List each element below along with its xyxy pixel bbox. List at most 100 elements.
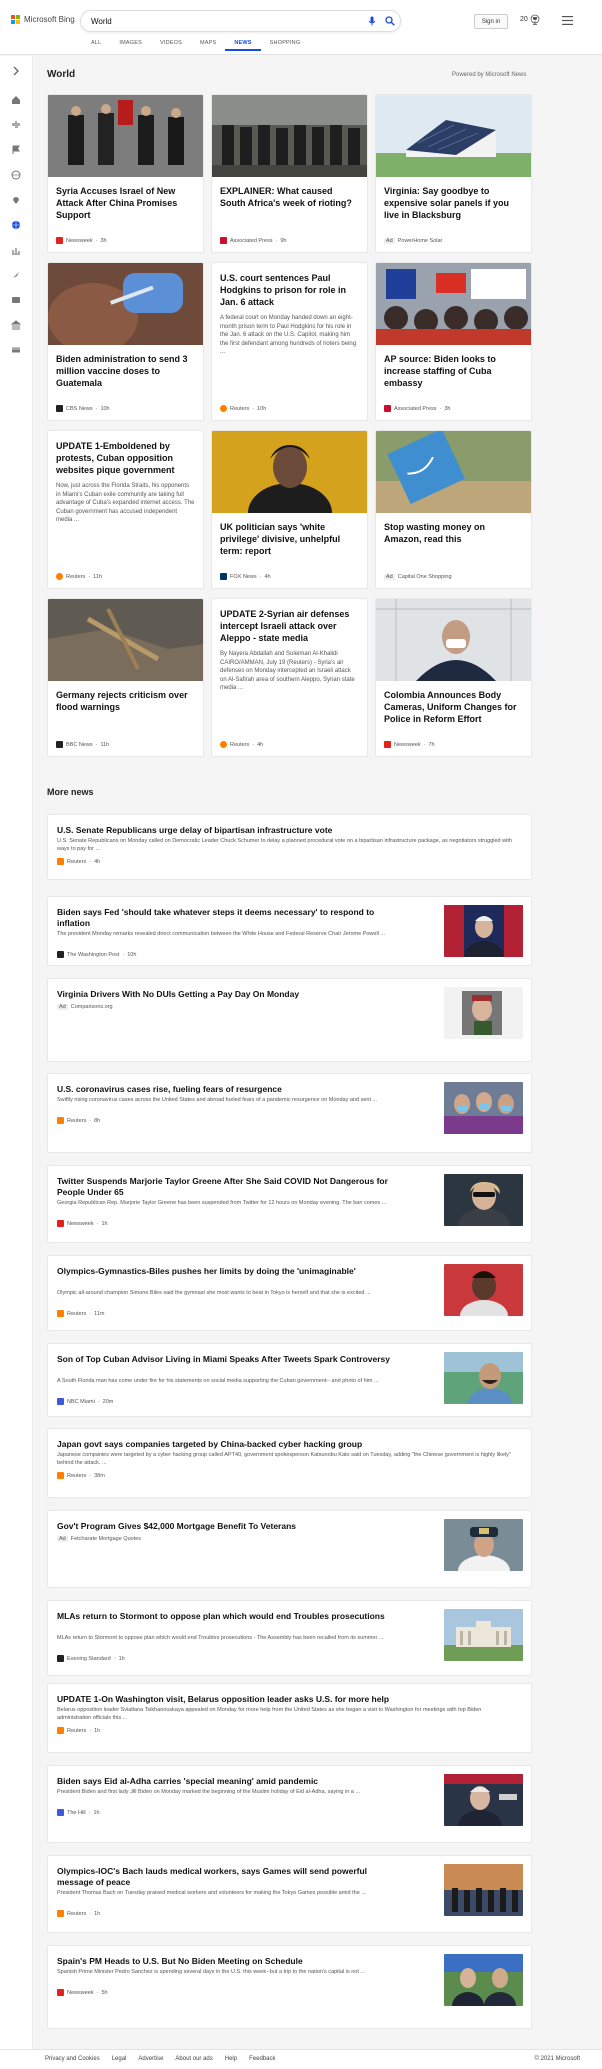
card-title[interactable]: Syria Accuses Israel of New Attack After… [48, 177, 203, 221]
tab-news[interactable]: NEWS [225, 40, 261, 51]
news-card[interactable]: Germany rejects criticism over flood war… [47, 598, 204, 757]
card-title[interactable]: EXPLAINER: What caused South Africa's we… [212, 177, 367, 209]
more-news-title[interactable]: Japan govt says companies targeted by Ch… [57, 1439, 517, 1450]
powered-by-label[interactable]: Powered by Microsoft News [452, 72, 526, 78]
more-news-item[interactable]: Virginia Drivers With No DUIs Getting a … [47, 978, 532, 1062]
more-news-item[interactable]: U.S. coronavirus cases rise, fueling fea… [47, 1073, 532, 1153]
more-news-title[interactable]: Biden says Eid al-Adha carries 'special … [57, 1776, 402, 1787]
search-icon[interactable] [385, 16, 395, 26]
footer-link-legal[interactable]: Legal [112, 2056, 127, 2062]
bing-logo[interactable]: Microsoft Bing [11, 15, 75, 24]
news-card[interactable]: EXPLAINER: What caused South Africa's we… [211, 94, 368, 253]
more-news-item[interactable]: Biden says Eid al-Adha carries 'special … [47, 1765, 532, 1843]
card-source[interactable]: Ad Capital One Shopping [384, 574, 452, 580]
footer-link-advertise[interactable]: Advertise [138, 2056, 163, 2062]
expand-chevron-icon[interactable] [11, 66, 21, 76]
news-thumbnail[interactable] [444, 1174, 523, 1226]
rewards-points[interactable]: 20 [520, 16, 528, 23]
more-news-title[interactable]: U.S. Senate Republicans urge delay of bi… [57, 825, 517, 836]
tab-images[interactable]: IMAGES [110, 40, 151, 51]
card-source[interactable]: Newsweek · 7h [384, 741, 435, 748]
card-title[interactable]: Colombia Announces Body Cameras, Uniform… [376, 681, 531, 725]
more-news-title[interactable]: Virginia Drivers With No DUIs Getting a … [57, 989, 402, 1000]
more-news-item[interactable]: Spain's PM Heads to U.S. But No Biden Me… [47, 1945, 532, 2029]
news-thumbnail[interactable] [444, 1264, 523, 1316]
news-thumbnail[interactable] [444, 1954, 523, 2006]
rocket-icon[interactable] [11, 270, 21, 280]
footer-link-feedback[interactable]: Feedback [249, 2056, 275, 2062]
sign-in-button[interactable]: Sign in [474, 14, 508, 29]
news-card[interactable]: AP source: Biden looks to increase staff… [375, 262, 532, 421]
card-source[interactable]: CBS News · 10h [56, 405, 110, 412]
more-news-title[interactable]: MLAs return to Stormont to oppose plan w… [57, 1611, 402, 1622]
more-news-item[interactable]: Olympics-Gymnastics-Biles pushes her lim… [47, 1255, 532, 1331]
more-news-item[interactable]: UPDATE 1-On Washington visit, Belarus op… [47, 1683, 532, 1753]
more-news-item[interactable]: Japan govt says companies targeted by Ch… [47, 1428, 532, 1498]
news-card[interactable]: Syria Accuses Israel of New Attack After… [47, 94, 204, 253]
card-source[interactable]: BBC News · 11h [56, 741, 109, 748]
news-thumbnail[interactable] [444, 987, 523, 1039]
tab-maps[interactable]: MAPS [191, 40, 225, 51]
card-title[interactable]: Germany rejects criticism over flood war… [48, 681, 203, 713]
more-news-title[interactable]: Biden says Fed 'should take whatever ste… [57, 907, 402, 929]
card-title[interactable]: UK politician says 'white privilege' div… [212, 513, 367, 557]
more-news-item[interactable]: MLAs return to Stormont to oppose plan w… [47, 1600, 532, 1676]
more-news-source[interactable]: Reuters · 1h [57, 1727, 100, 1734]
location-pin-icon[interactable] [11, 195, 21, 205]
more-news-source[interactable]: The Washington Post · 10h [57, 951, 136, 958]
card-title[interactable]: UPDATE 1-Emboldened by protests, Cuban o… [48, 431, 203, 476]
more-news-source[interactable]: Reuters · 11m [57, 1310, 104, 1317]
card-source[interactable]: FOX News · 4h [220, 573, 271, 580]
more-news-source[interactable]: Reuters · 4h [57, 858, 100, 865]
card-title[interactable]: UPDATE 2-Syrian air defenses intercept I… [212, 599, 367, 644]
card-source[interactable]: Ad PowerHome Solar [384, 238, 442, 244]
card-title[interactable]: AP source: Biden looks to increase staff… [376, 345, 531, 389]
news-card[interactable]: UPDATE 1-Emboldened by protests, Cuban o… [47, 430, 204, 589]
news-thumbnail[interactable] [444, 1864, 523, 1916]
news-card-ad[interactable]: Virginia: Say goodbye to expensive solar… [375, 94, 532, 253]
more-news-title[interactable]: Son of Top Cuban Advisor Living in Miami… [57, 1354, 402, 1365]
news-thumbnail[interactable] [444, 1352, 523, 1404]
more-news-title[interactable]: U.S. coronavirus cases rise, fueling fea… [57, 1084, 402, 1095]
news-card[interactable]: Biden administration to send 3 million v… [47, 262, 204, 421]
more-news-title[interactable]: UPDATE 1-On Washington visit, Belarus op… [57, 1694, 517, 1705]
card-source[interactable]: Associated Press · 3h [384, 405, 450, 412]
more-news-source[interactable]: NBC Miami · 20m [57, 1398, 113, 1405]
card-source[interactable]: Newsweek · 3h [56, 237, 107, 244]
chart-icon[interactable] [11, 245, 21, 255]
footer-link-about-ads[interactable]: About our ads [175, 2056, 212, 2062]
news-card[interactable]: UPDATE 2-Syrian air defenses intercept I… [211, 598, 368, 757]
more-news-source[interactable]: Reuters · 8h [57, 1117, 100, 1124]
more-news-source[interactable]: Reuters · 38m [57, 1472, 105, 1479]
card-source[interactable]: Reuters · 4h [220, 741, 263, 748]
news-thumbnail[interactable] [444, 905, 523, 957]
footer-link-privacy[interactable]: Privacy and Cookies [45, 2056, 100, 2062]
card-title[interactable]: Virginia: Say goodbye to expensive solar… [376, 177, 531, 221]
tab-all[interactable]: ALL [82, 40, 110, 51]
more-news-source[interactable]: The Hill · 1h [57, 1809, 100, 1816]
more-news-source[interactable]: Evening Standard · 1h [57, 1655, 125, 1662]
more-news-item[interactable]: Gov't Program Gives $42,000 Mortgage Ben… [47, 1510, 532, 1588]
news-thumbnail[interactable] [444, 1609, 523, 1661]
news-thumbnail[interactable] [444, 1774, 523, 1826]
news-thumbnail[interactable] [444, 1519, 523, 1571]
more-news-source[interactable]: Newsweek · 1h [57, 1220, 108, 1227]
news-card-ad[interactable]: Stop wasting money on Amazon, read this … [375, 430, 532, 589]
news-card[interactable]: U.S. court sentences Paul Hodgkins to pr… [211, 262, 368, 421]
building-icon[interactable] [11, 320, 21, 330]
hamburger-menu-icon[interactable] [562, 16, 573, 25]
world-news-globe-icon[interactable] [11, 220, 21, 230]
news-thumbnail[interactable] [444, 1082, 523, 1134]
more-news-item[interactable]: Twitter Suspends Marjorie Taylor Greene … [47, 1165, 532, 1243]
home-icon[interactable] [11, 95, 21, 105]
more-news-title[interactable]: Gov't Program Gives $42,000 Mortgage Ben… [57, 1521, 402, 1532]
search-input[interactable] [91, 15, 341, 28]
more-news-source[interactable]: Newsweek · 5h [57, 1989, 108, 1996]
tab-shopping[interactable]: SHOPPING [261, 40, 310, 51]
rewards-trophy-icon[interactable] [530, 14, 540, 26]
more-news-item[interactable]: Olympics-IOC's Bach lauds medical worker… [47, 1855, 532, 1933]
more-news-title[interactable]: Olympics-Gymnastics-Biles pushes her lim… [57, 1266, 402, 1277]
microphone-icon[interactable] [367, 16, 377, 26]
card-source[interactable]: Reuters · 11h [56, 573, 102, 580]
search-box[interactable] [80, 10, 401, 32]
